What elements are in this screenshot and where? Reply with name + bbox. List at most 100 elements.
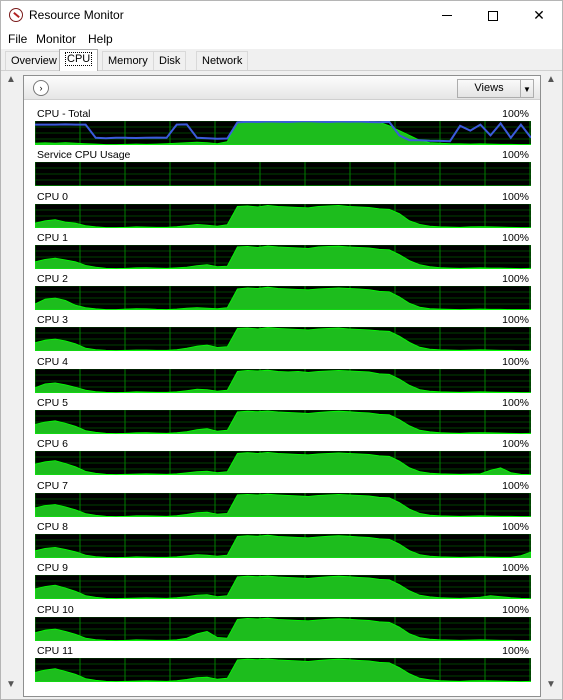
graph-max-label: 100%: [502, 108, 529, 120]
tab-memory[interactable]: Memory: [102, 51, 154, 70]
tab-bar: Overview CPU Memory Disk Network: [1, 49, 562, 71]
graphs-panel-header: › Views ▼: [24, 76, 540, 100]
cpu-usage-area: [35, 286, 531, 311]
usage-graph: [35, 162, 531, 187]
chevron-right-icon: ›: [39, 83, 43, 93]
usage-graph: [35, 121, 531, 145]
maximize-button[interactable]: [470, 1, 516, 30]
graph-max-label: 100%: [502, 520, 529, 533]
graph-max-label: 100%: [502, 644, 529, 657]
usage-graph: [35, 410, 531, 435]
cpu-usage-area: [35, 410, 531, 435]
usage-graph: [35, 368, 531, 393]
resource-monitor-icon: [9, 8, 23, 22]
cpu-tab-content: ▲ ▼ ▲ ▼ › Views ▼ CPU - Total 100% Service…: [1, 71, 562, 699]
graph-title: CPU 2: [37, 273, 68, 286]
graph-title: CPU 7: [37, 479, 68, 492]
maximize-icon: [488, 10, 498, 21]
title-bar[interactable]: Resource Monitor ✕: [1, 1, 562, 30]
cpu-graph-row: CPU 9 100%: [35, 560, 531, 601]
menu-monitor[interactable]: Monitor: [36, 32, 76, 46]
cpu-usage-area: [35, 204, 531, 228]
cpu-usage-area: [35, 658, 531, 682]
usage-graph: [35, 616, 531, 641]
graph-max-label: 100%: [502, 314, 529, 327]
tab-label: Overview: [11, 55, 57, 67]
graph-max-label: 100%: [502, 397, 529, 410]
cpu-graph-row: CPU 11 100%: [35, 643, 531, 684]
graph-max-label: 100%: [502, 355, 529, 368]
expand-panel-button[interactable]: ›: [33, 80, 49, 96]
scroll-up-icon[interactable]: ▲: [546, 74, 556, 85]
cpu-usage-area: [35, 452, 531, 476]
tab-disk[interactable]: Disk: [153, 51, 187, 70]
cpu-graph-row: CPU 5 100%: [35, 395, 531, 436]
cpu-graph-row: CPU 3 100%: [35, 312, 531, 353]
cpu-usage-area: [35, 534, 531, 558]
usage-graph: [35, 533, 531, 558]
graph-title: CPU - Total: [37, 108, 91, 120]
graph-max-label: 100%: [502, 190, 529, 203]
usage-graph: [35, 327, 531, 352]
cpu-usage-area: [35, 245, 531, 269]
cpu-graph-row: Service CPU Usage 100%: [35, 147, 531, 188]
right-scrollbar[interactable]: ▲ ▼: [543, 71, 560, 697]
usage-graph: [35, 575, 531, 600]
views-dropdown-button[interactable]: ▼: [520, 79, 534, 98]
usage-graph: [35, 451, 531, 476]
window-title: Resource Monitor: [29, 8, 124, 22]
menu-bar: File Monitor Help: [1, 30, 562, 49]
left-scrollbar[interactable]: ▲ ▼: [3, 71, 20, 697]
cpu-graphs: CPU - Total 100% Service CPU Usage 100% CPU …: [35, 106, 531, 684]
tab-cpu[interactable]: CPU: [59, 49, 99, 71]
graph-title: CPU 9: [37, 562, 68, 575]
usage-graph: [35, 286, 531, 311]
graph-title: CPU 4: [37, 355, 68, 368]
cpu-graph-row: CPU 1 100%: [35, 230, 531, 271]
menu-file[interactable]: File: [8, 32, 27, 46]
menu-help[interactable]: Help: [88, 32, 113, 46]
graph-title: CPU 11: [37, 644, 73, 657]
close-icon: ✕: [533, 7, 545, 23]
graph-max-label: 100%: [502, 438, 529, 451]
tab-network[interactable]: Network: [196, 51, 249, 70]
cpu-graph-row: CPU 0 100%: [35, 189, 531, 230]
cpu-usage-area: [35, 575, 531, 600]
graph-max-label: 100%: [502, 273, 529, 286]
resource-monitor-window: Resource Monitor ✕ File Monitor Help Ove…: [0, 0, 563, 700]
cpu-graph-row: CPU 6 100%: [35, 436, 531, 477]
graph-title: CPU 6: [37, 438, 68, 451]
graph-max-label: 100%: [502, 231, 529, 244]
close-button[interactable]: ✕: [516, 1, 562, 30]
scroll-down-icon[interactable]: ▼: [546, 679, 556, 690]
tab-label: Network: [202, 55, 243, 67]
cpu-graph-row: CPU 4 100%: [35, 354, 531, 395]
graph-title: CPU 10: [37, 603, 74, 616]
graph-title: CPU 0: [37, 190, 68, 203]
usage-graph: [35, 244, 531, 269]
chevron-down-icon: ▼: [523, 85, 531, 94]
graph-title: Service CPU Usage: [37, 149, 131, 162]
tab-label: Disk: [159, 55, 181, 67]
minimize-button[interactable]: [424, 1, 470, 30]
cpu-usage-area: [35, 493, 531, 517]
views-button[interactable]: Views: [457, 79, 521, 98]
minimize-icon: [442, 15, 452, 16]
cpu-graph-row: CPU 2 100%: [35, 271, 531, 312]
scroll-down-icon[interactable]: ▼: [6, 679, 16, 690]
scroll-up-icon[interactable]: ▲: [6, 74, 16, 85]
tab-label: CPU: [65, 52, 93, 66]
graph-max-label: 100%: [502, 149, 529, 162]
cpu-usage-area: [35, 327, 531, 352]
graph-title: CPU 8: [37, 520, 68, 533]
graph-max-label: 100%: [502, 562, 529, 575]
cpu-usage-area: [35, 369, 531, 393]
cpu-graph-row: CPU 7 100%: [35, 478, 531, 519]
graph-title: CPU 1: [37, 231, 68, 244]
cpu-usage-area: [35, 617, 531, 641]
usage-graph: [35, 657, 531, 682]
graph-max-label: 100%: [502, 479, 529, 492]
cpu-graph-row: CPU 8 100%: [35, 519, 531, 560]
graph-title: CPU 5: [37, 397, 68, 410]
tab-overview[interactable]: Overview: [5, 51, 63, 70]
